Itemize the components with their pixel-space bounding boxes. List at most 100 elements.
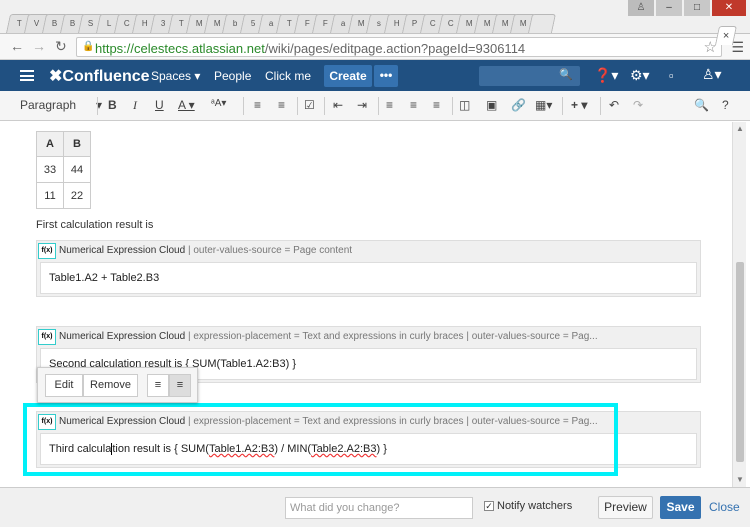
new-tab-button[interactable] <box>527 14 557 33</box>
find-icon[interactable]: 🔍 <box>694 98 709 112</box>
url-prefix: https:// <box>95 41 135 56</box>
editor-footer: What did you change? ✓ Notify watchers P… <box>0 487 750 527</box>
more-formatting-icon[interactable]: ᵃA▾ <box>211 98 226 109</box>
help-question-icon[interactable]: ? <box>722 98 729 112</box>
table-header-cell[interactable]: B <box>63 131 91 157</box>
url-path: /wiki/pages/editpage.action?pageId=93061… <box>264 41 526 56</box>
browser-tab-label: H <box>394 19 400 28</box>
minimize-button[interactable]: – <box>656 0 682 16</box>
toolbar-divider <box>562 97 563 115</box>
user-avatar-icon[interactable]: ♙▾ <box>702 66 722 83</box>
undo-icon[interactable]: ↶ <box>609 98 619 112</box>
table-cell[interactable]: 22 <box>63 182 91 209</box>
notifications-icon[interactable]: ▫ <box>669 68 674 83</box>
task-list-icon[interactable]: ☑ <box>304 98 315 112</box>
reload-icon[interactable]: ↻ <box>55 38 67 55</box>
macro-body[interactable]: Table1.A2 + Table2.B3 <box>40 262 697 294</box>
macro-header: f(x) Numerical Expression Cloud | outer-… <box>37 241 700 261</box>
link-icon[interactable]: 🔗 <box>511 98 526 112</box>
browser-tab-label: L <box>106 19 112 28</box>
logo-text: Confluence <box>62 68 150 85</box>
underline-icon[interactable]: U <box>155 98 164 112</box>
bold-icon[interactable]: B <box>108 98 117 112</box>
align-left-icon[interactable]: ≡ <box>147 374 169 397</box>
align-right-icon[interactable]: ≡ <box>433 98 440 112</box>
insert-more-icon[interactable]: + ▾ <box>571 98 587 112</box>
editor-toolbar: Paragraph ▾ B I U A ▾ ᵃA▾ ≡ ≡ ☑ ⇤ ⇥ ≡ ≡ … <box>0 91 750 121</box>
save-button[interactable]: Save <box>660 496 701 519</box>
browser-tab-label: C <box>124 19 130 28</box>
spaces-menu[interactable]: Spaces ▾ <box>151 69 200 83</box>
settings-gear-icon[interactable]: ⚙▾ <box>630 67 650 84</box>
table-cell[interactable]: 11 <box>36 182 64 209</box>
indent-icon[interactable]: ⇥ <box>357 98 367 112</box>
edit-macro-button[interactable]: Edit <box>45 374 83 397</box>
browser-tab-label: M <box>519 19 527 28</box>
click-me-link[interactable]: Click me <box>265 69 311 83</box>
macro-name: Numerical Expression Cloud <box>59 331 186 342</box>
paragraph-label: Paragraph <box>20 98 77 112</box>
browser-tab-label: F <box>322 19 328 28</box>
change-comment-input[interactable]: What did you change? <box>285 497 473 519</box>
browser-tab-label: M <box>483 19 491 28</box>
table-cell[interactable]: 44 <box>63 156 91 183</box>
table-row: 33 44 <box>36 156 91 183</box>
more-create-button[interactable]: ••• <box>374 65 398 87</box>
notify-watchers-label: Notify watchers <box>497 500 573 512</box>
redo-icon[interactable]: ↷ <box>633 98 643 112</box>
maximize-button[interactable]: □ <box>684 0 710 16</box>
people-link[interactable]: People <box>214 69 251 83</box>
url-host: celestecs.atlassian.net <box>134 41 265 56</box>
app-switcher-icon[interactable] <box>20 70 34 81</box>
align-left-icon[interactable]: ≡ <box>386 98 393 112</box>
text-color-icon[interactable]: A ▾ <box>178 98 195 112</box>
toolbar-divider <box>297 97 298 115</box>
align-center-icon[interactable]: ≡ <box>410 98 417 112</box>
user-icon[interactable]: ♙ <box>628 0 654 16</box>
toolbar-divider <box>324 97 325 115</box>
app-window: T V B B S L × C H 3 T M Mb 5 a T F Fa Ms H P C C M M M M ♙ – □ ✕ ←… <box>0 0 750 527</box>
scroll-up-icon[interactable]: ▲ <box>736 124 744 133</box>
search-input[interactable]: 🔍 <box>479 66 580 86</box>
first-calculation-text[interactable]: First calculation result is <box>36 219 153 231</box>
scroll-down-icon[interactable]: ▼ <box>736 475 744 484</box>
back-icon[interactable]: ← <box>10 38 24 54</box>
table-header-cell[interactable]: A <box>36 131 64 157</box>
confluence-logo[interactable]: ✖Confluence <box>49 66 150 86</box>
table-icon[interactable]: ▦▾ <box>535 98 552 112</box>
browser-tab-label: a <box>268 19 274 28</box>
bullet-list-icon[interactable]: ≡ <box>254 98 261 112</box>
toolbar-divider <box>243 97 244 115</box>
browser-tab-label: M <box>195 19 203 28</box>
browser-tab-label: M <box>465 19 473 28</box>
forward-icon[interactable]: → <box>32 38 46 54</box>
paragraph-dropdown[interactable]: Paragraph ▾ <box>20 98 102 112</box>
browser-tab-label: M <box>501 19 509 28</box>
close-link[interactable]: Close <box>709 500 740 514</box>
table-cell[interactable]: 33 <box>36 156 64 183</box>
function-icon: f(x) <box>38 329 56 345</box>
remove-macro-button[interactable]: Remove <box>83 374 138 397</box>
create-button[interactable]: Create <box>324 65 372 87</box>
numbered-list-icon[interactable]: ≡ <box>278 98 285 112</box>
url-text: https://celestecs.atlassian.net/wiki/pag… <box>95 41 525 56</box>
notify-watchers-checkbox[interactable]: ✓ <box>484 501 494 511</box>
data-table: A B 33 44 11 22 <box>36 131 91 209</box>
macro-property-panel: Edit Remove ≡ ≡ <box>37 367 198 403</box>
help-icon[interactable]: ❓▾ <box>594 67 618 84</box>
editor-content[interactable]: A B 33 44 11 22 First calculation result… <box>0 122 732 487</box>
vertical-scrollbar[interactable]: ▲ ▼ <box>732 122 746 487</box>
browser-tab-label: s <box>376 19 381 28</box>
numerical-expression-macro-1[interactable]: f(x) Numerical Expression Cloud | outer-… <box>36 240 701 297</box>
browser-tab-label: T <box>286 19 292 28</box>
url-input[interactable]: 🔒 https://celestecs.atlassian.net/wiki/p… <box>76 37 722 57</box>
outdent-icon[interactable]: ⇤ <box>333 98 343 112</box>
align-center-icon[interactable]: ≡ <box>169 374 191 397</box>
italic-icon[interactable]: I <box>133 98 137 113</box>
preview-button[interactable]: Preview <box>598 496 653 519</box>
macro-header: f(x) Numerical Expression Cloud | expres… <box>37 327 700 347</box>
image-icon[interactable]: ▣ <box>486 98 497 112</box>
close-window-button[interactable]: ✕ <box>712 0 746 16</box>
scrollbar-thumb[interactable] <box>736 262 744 462</box>
page-layout-icon[interactable]: ◫ <box>459 98 470 112</box>
